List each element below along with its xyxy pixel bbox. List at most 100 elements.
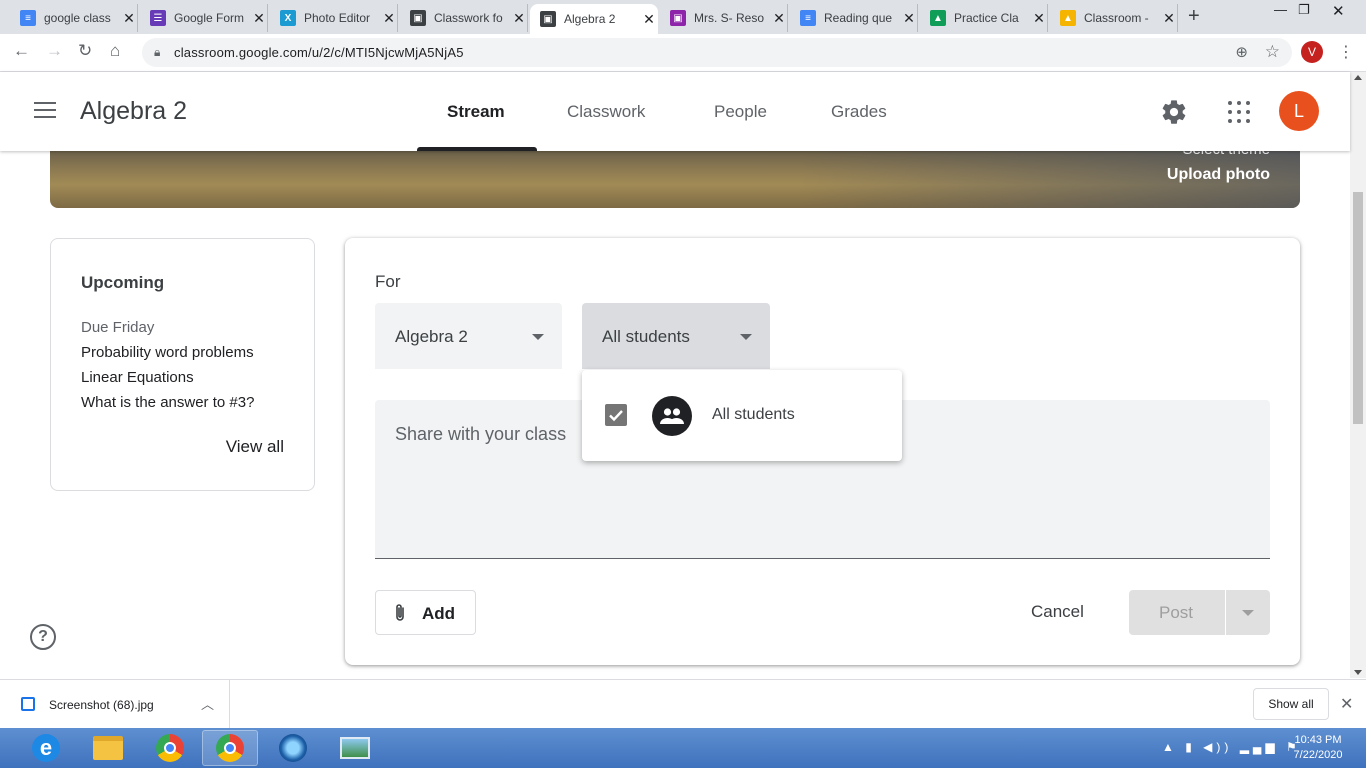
dropdown-option-label[interactable]: All students (712, 406, 795, 424)
browser-tab[interactable]: ▣ Algebra 2 ✕ (530, 4, 658, 34)
tab-title: Photo Editor (304, 11, 371, 25)
image-file-icon (21, 697, 35, 711)
tab-favicon-icon: X (280, 10, 296, 26)
close-tab-icon[interactable]: ✕ (1032, 10, 1046, 27)
browser-profile-avatar[interactable]: V (1301, 41, 1323, 63)
paperclip-icon (396, 604, 404, 621)
zoom-icon[interactable]: ⊕ (1235, 43, 1248, 61)
chrome-profile-window-icon[interactable] (202, 730, 258, 766)
select-theme-link[interactable]: Select theme (1182, 150, 1270, 158)
close-tab-icon[interactable]: ✕ (1162, 10, 1176, 27)
home-icon[interactable]: ⌂ (110, 41, 120, 61)
address-bar[interactable]: 🔒︎ classroom.google.com/u/2/c/MTI5NjcwMj… (142, 38, 1292, 67)
upcoming-item[interactable]: What is the answer to #3? (81, 394, 254, 411)
browser-tab[interactable]: ▲ Practice Cla ✕ (920, 4, 1048, 32)
view-all-link[interactable]: View all (226, 437, 284, 457)
tab-title: Classroom - (1084, 11, 1149, 25)
class-select-value: Algebra 2 (395, 327, 468, 346)
close-tab-icon[interactable]: ✕ (122, 10, 136, 27)
post-options-button[interactable] (1226, 590, 1270, 635)
restore-button[interactable]: ❐ (1298, 2, 1310, 18)
new-tab-button[interactable]: + (1188, 5, 1200, 28)
internet-explorer-icon[interactable]: e (18, 730, 74, 766)
dropdown-caret-icon (740, 334, 752, 340)
chrome-icon[interactable] (142, 730, 198, 766)
active-tab-indicator (417, 147, 537, 151)
close-shelf-icon[interactable]: ✕ (1340, 694, 1353, 714)
chevron-up-icon[interactable]: ︿ (201, 694, 214, 713)
students-select[interactable]: All students (582, 303, 770, 369)
close-tab-icon[interactable]: ✕ (382, 10, 396, 27)
scroll-up-icon[interactable] (1354, 75, 1362, 80)
class-title[interactable]: Algebra 2 (80, 97, 187, 126)
page-scrollbar[interactable] (1350, 72, 1366, 678)
minimize-button[interactable]: — (1274, 2, 1287, 17)
browser-tab[interactable]: ≡ google class ✕ (10, 4, 138, 32)
browser-tab[interactable]: ▲ Classroom - ✕ (1050, 4, 1178, 32)
tab-title: Classwork fo (434, 11, 503, 25)
browser-tab[interactable]: ☰ Google Form ✕ (140, 4, 268, 32)
close-tab-icon[interactable]: ✕ (642, 11, 656, 28)
tab-stream[interactable]: Stream (447, 102, 505, 122)
close-tab-icon[interactable]: ✕ (512, 10, 526, 27)
tab-classwork[interactable]: Classwork (567, 102, 645, 122)
upcoming-card: Upcoming Due Friday Probability word pro… (50, 238, 315, 491)
reload-icon[interactable]: ↻ (78, 41, 92, 61)
close-tab-icon[interactable]: ✕ (252, 10, 266, 27)
clock-date: 7/22/2020 (1293, 749, 1343, 761)
browser-tab[interactable]: ▣ Mrs. S- Reso ✕ (660, 4, 788, 32)
tab-favicon-icon: ▣ (670, 10, 686, 26)
upcoming-item[interactable]: Linear Equations (81, 369, 194, 386)
add-attachment-button[interactable]: Add (375, 590, 476, 635)
media-player-icon[interactable] (265, 730, 321, 766)
tab-favicon-icon: ▲ (1060, 10, 1076, 26)
upcoming-heading: Upcoming (81, 273, 165, 292)
group-icon (652, 396, 692, 436)
main-menu-icon[interactable] (34, 102, 56, 118)
app-header: Algebra 2 Stream Classwork People Grades… (0, 72, 1350, 151)
tab-grades[interactable]: Grades (831, 102, 887, 122)
url-text[interactable]: classroom.google.com/u/2/c/MTI5NjcwMjA5N… (174, 45, 464, 60)
windows-taskbar: e ▲ ▮ ◀)) ▂▄▆ ⚑ 10:43 PM 7/22/2020 (0, 728, 1366, 768)
upcoming-item[interactable]: Probability word problems (81, 344, 254, 361)
close-window-button[interactable]: ✕ (1332, 2, 1345, 20)
upload-photo-link[interactable]: Upload photo (1167, 166, 1270, 184)
tab-favicon-icon: ≡ (800, 10, 816, 26)
close-tab-icon[interactable]: ✕ (902, 10, 916, 27)
cancel-button[interactable]: Cancel (1031, 602, 1084, 622)
user-avatar[interactable]: L (1279, 91, 1319, 131)
close-tab-icon[interactable]: ✕ (772, 10, 786, 27)
browser-tab[interactable]: ▣ Classwork fo ✕ (400, 4, 528, 32)
dropdown-caret-icon (532, 334, 544, 340)
browser-menu-icon[interactable]: ⋮ (1338, 42, 1354, 62)
all-students-checkbox[interactable] (605, 404, 627, 426)
file-explorer-icon[interactable] (80, 730, 136, 766)
class-banner: Select theme Upload photo (50, 150, 1300, 208)
back-arrow-icon[interactable]: ← (13, 41, 30, 61)
bookmark-star-icon[interactable]: ☆ (1265, 42, 1280, 62)
tab-favicon-icon: ▣ (540, 11, 556, 27)
system-tray-icons[interactable]: ▲ ▮ ◀)) ▂▄▆ ⚑ (1162, 740, 1301, 754)
forward-arrow-icon[interactable]: → (46, 41, 63, 61)
settings-gear-icon[interactable] (1160, 98, 1188, 126)
browser-tab[interactable]: X Photo Editor ✕ (270, 4, 398, 32)
students-select-value: All students (602, 327, 690, 346)
for-label: For (375, 272, 401, 291)
class-select[interactable]: Algebra 2 (375, 303, 562, 369)
system-clock[interactable]: 10:43 PM 7/22/2020 (1286, 733, 1350, 763)
tab-title: Reading que (824, 11, 893, 25)
download-item[interactable]: Screenshot (68).jpg ︿ (0, 680, 230, 728)
add-label: Add (422, 604, 456, 623)
tab-title: Google Form (174, 11, 245, 25)
scrollbar-thumb[interactable] (1353, 192, 1363, 424)
students-dropdown-menu: All students (582, 370, 902, 461)
post-button[interactable]: Post (1129, 590, 1225, 635)
scroll-down-icon[interactable] (1354, 670, 1362, 675)
google-apps-grid-icon[interactable] (1228, 101, 1250, 123)
lock-icon: 🔒︎ (154, 45, 161, 59)
photo-viewer-icon[interactable] (327, 730, 383, 766)
help-icon[interactable]: ? (30, 624, 56, 650)
tab-people[interactable]: People (714, 102, 767, 122)
show-all-downloads-button[interactable]: Show all (1253, 688, 1329, 720)
browser-tab[interactable]: ≡ Reading que ✕ (790, 4, 918, 32)
